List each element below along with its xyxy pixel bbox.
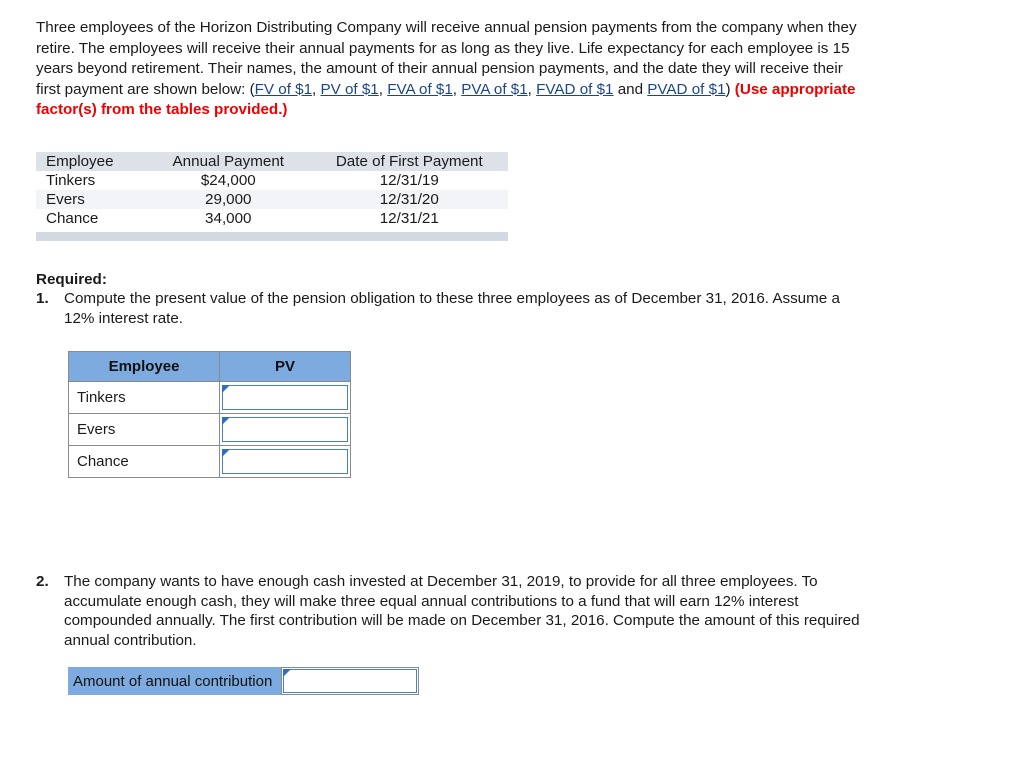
- data-table-header-row: Employee Annual Payment Date of First Pa…: [36, 152, 508, 171]
- intro-paragraph: Three employees of the Horizon Distribut…: [36, 18, 864, 121]
- cell-annual-payment: 29,000: [205, 191, 252, 208]
- annual-contribution-input-cell[interactable]: [281, 667, 420, 695]
- annual-contribution-label: Amount of annual contribution: [68, 667, 282, 695]
- intro-sep-3: ,: [452, 80, 462, 98]
- cell-employee: Chance: [46, 210, 99, 227]
- data-table-footer-bar: [36, 232, 508, 241]
- annual-contribution-row: Amount of annual contribution: [68, 667, 420, 695]
- cell-date-first-payment: 12/31/20: [379, 191, 439, 208]
- cell-employee: Tinkers: [46, 172, 96, 189]
- intro-sep-6: ): [725, 80, 735, 98]
- employee-data-table: Employee Annual Payment Date of First Pa…: [36, 152, 508, 228]
- pv-input-cell-evers[interactable]: [219, 413, 351, 446]
- pv-input-cell-tinkers[interactable]: [219, 381, 351, 414]
- data-header-annual-payment: Annual Payment: [172, 153, 284, 170]
- link-fv-of-1[interactable]: FV of $1: [255, 81, 312, 98]
- pv-answer-box-tinkers[interactable]: [222, 385, 348, 410]
- pv-input-chance[interactable]: [223, 450, 347, 473]
- link-pvad-of-1[interactable]: PVAD of $1: [647, 81, 725, 98]
- link-pv-of-1[interactable]: PV of $1: [320, 81, 378, 98]
- cell-annual-payment: 34,000: [205, 210, 252, 227]
- question-2: 2. The company wants to have enough cash…: [36, 572, 866, 650]
- question-1: 1. Compute the present value of the pens…: [36, 289, 846, 328]
- intro-sep-5: and: [613, 80, 648, 98]
- link-fvad-of-1[interactable]: FVAD of $1: [536, 81, 613, 98]
- cell-employee: Evers: [46, 191, 85, 208]
- table-row: Tinkers: [68, 381, 351, 414]
- pv-header-employee: Employee: [68, 351, 220, 382]
- table-row: Evers 29,000 12/31/20: [36, 190, 508, 209]
- pv-answer-box-chance[interactable]: [222, 449, 348, 474]
- pv-header-pv: PV: [219, 351, 351, 382]
- intro-sep-2: ,: [378, 80, 388, 98]
- intro-sep-4: ,: [527, 80, 537, 98]
- table-row: Tinkers $24,000 12/31/19: [36, 171, 508, 190]
- table-row: Evers: [68, 413, 351, 446]
- pv-input-tinkers[interactable]: [223, 386, 347, 409]
- cell-date-first-payment: 12/31/19: [379, 172, 439, 189]
- question-1-text: Compute the present value of the pension…: [64, 290, 840, 327]
- pv-answer-table: Employee PV Tinkers Evers Chance: [68, 351, 351, 478]
- annual-contribution-answer-box[interactable]: [283, 669, 418, 693]
- data-header-date-first-payment: Date of First Payment: [335, 153, 483, 170]
- question-2-number: 2.: [36, 573, 49, 590]
- pv-input-evers[interactable]: [223, 418, 347, 441]
- pv-row-label-tinkers: Tinkers: [68, 381, 220, 414]
- question-1-number: 1.: [36, 290, 49, 307]
- pv-input-cell-chance[interactable]: [219, 445, 351, 478]
- cell-date-first-payment: 12/31/21: [379, 210, 439, 227]
- pv-answer-box-evers[interactable]: [222, 417, 348, 442]
- table-row: Chance: [68, 445, 351, 478]
- pv-row-label-evers: Evers: [68, 413, 220, 446]
- pv-row-label-chance: Chance: [68, 445, 220, 478]
- link-pva-of-1[interactable]: PVA of $1: [461, 81, 527, 98]
- link-fva-of-1[interactable]: FVA of $1: [387, 81, 453, 98]
- data-header-employee: Employee: [46, 153, 114, 170]
- question-2-text: The company wants to have enough cash in…: [64, 573, 860, 649]
- annual-contribution-input[interactable]: [284, 670, 417, 692]
- pv-table-header-row: Employee PV: [68, 351, 351, 382]
- table-row: Chance 34,000 12/31/21: [36, 209, 508, 228]
- required-heading: Required:: [36, 271, 107, 288]
- cell-annual-payment: $24,000: [200, 172, 256, 189]
